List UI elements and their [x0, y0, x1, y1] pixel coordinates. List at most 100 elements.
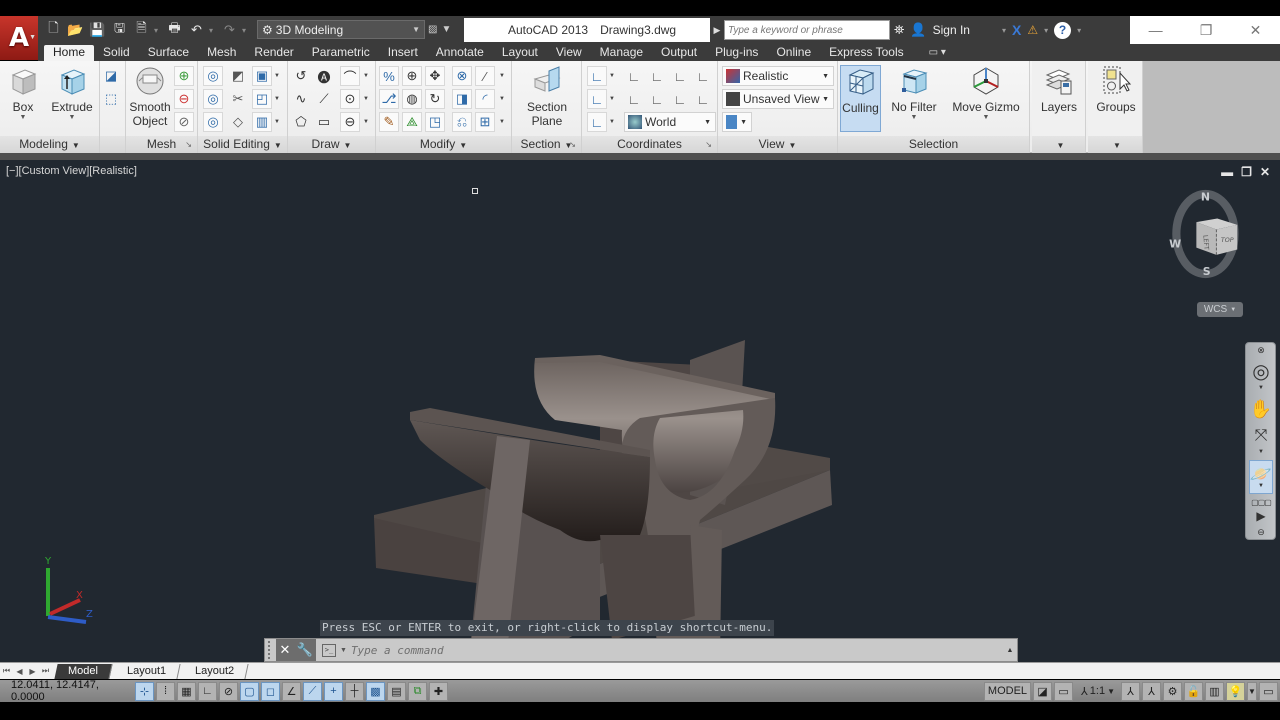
smooth-less-icon[interactable]: ⊖	[174, 89, 194, 109]
chevron-down-icon[interactable]: ▼	[498, 112, 506, 132]
next-tab-icon[interactable]: ▶	[26, 667, 39, 676]
tab-parametric[interactable]: Parametric	[303, 45, 379, 61]
annotation-visibility-icon[interactable]: ⅄	[1121, 681, 1140, 701]
chevron-down-icon[interactable]: ▼	[1249, 449, 1273, 455]
extrude-button[interactable]: Extrude ▼	[50, 65, 94, 122]
redo-icon[interactable]: ↷	[220, 21, 239, 40]
drag-handle[interactable]	[268, 641, 276, 659]
panel-title-modeling[interactable]: Modeling ▼	[0, 136, 99, 153]
groups-button[interactable]: Groups	[1096, 65, 1136, 114]
isolate-objects-icon[interactable]: 💡	[1226, 681, 1245, 701]
fillet-icon[interactable]: ◜	[475, 89, 495, 109]
ucs-z-icon[interactable]: ∟	[647, 89, 667, 109]
rotate-icon[interactable]: ↻	[425, 89, 445, 109]
view-cube-combo[interactable]: ▼	[722, 112, 752, 132]
print-icon[interactable]: 🖶	[165, 20, 184, 40]
extrude-faces-icon[interactable]: ▣	[252, 66, 272, 86]
tab-view[interactable]: View	[547, 45, 591, 61]
help-icon[interactable]: ?	[1054, 21, 1072, 39]
save-icon[interactable]: 💾	[88, 21, 107, 40]
compass-south[interactable]: S	[1203, 265, 1211, 278]
polar-tracking-icon[interactable]: ⊘	[219, 681, 238, 701]
chevron-down-icon[interactable]: ▼	[608, 66, 616, 86]
pan-hand-icon[interactable]: ✋	[1249, 396, 1273, 422]
ucs-view-icon[interactable]: ∟	[647, 66, 667, 86]
tab-online[interactable]: Online	[767, 45, 820, 61]
workspace-switching-icon[interactable]: ⚙	[1163, 681, 1182, 701]
move-gizmo-button[interactable]: Move Gizmo ▼	[948, 65, 1024, 122]
first-tab-icon[interactable]: ⏮	[0, 666, 13, 676]
offset-icon[interactable]: ⊗	[452, 66, 472, 86]
sign-in-button[interactable]: Sign In	[933, 23, 970, 37]
named-view-combo[interactable]: Unsaved View ▼	[722, 89, 834, 109]
layers-button[interactable]: Layers	[1040, 65, 1078, 114]
selection-cycling-icon[interactable]: ⧉	[408, 681, 427, 701]
wcs-menu[interactable]: WCS ▼	[1197, 302, 1243, 317]
panel-title-draw[interactable]: Draw ▼	[288, 136, 375, 153]
line-icon[interactable]: ⟋	[314, 89, 334, 109]
transparency-icon[interactable]: ▩	[366, 681, 385, 701]
clean-screen-icon[interactable]: ▭	[1259, 681, 1278, 701]
chevron-down-icon[interactable]: ▼	[362, 89, 370, 109]
visual-style-combo[interactable]: Realistic ▼	[722, 66, 834, 86]
annotation-scale[interactable]: ⅄ 1:1 ▼	[1081, 685, 1115, 698]
ucs-named-icon[interactable]: ∟	[624, 66, 644, 86]
chevron-down-icon[interactable]: ▼	[362, 66, 370, 86]
ucs-3point-icon[interactable]: ∟	[693, 89, 713, 109]
chevron-down-icon[interactable]: ▾	[154, 26, 162, 35]
tab-output[interactable]: Output	[652, 45, 706, 61]
status-bar-menu-icon[interactable]: ▼	[1247, 681, 1257, 701]
compass-west[interactable]: W	[1169, 238, 1181, 251]
ucs-face-icon[interactable]: ∟	[587, 112, 607, 132]
array-icon[interactable]: ⊞	[475, 112, 495, 132]
chevron-down-icon[interactable]: ▼	[1249, 483, 1273, 489]
panel-title-layers[interactable]: ▼	[1032, 136, 1085, 153]
slice-icon[interactable]: ✂	[228, 89, 248, 109]
box-button[interactable]: Box ▼	[6, 65, 40, 122]
tab-express-tools[interactable]: Express Tools	[820, 45, 912, 61]
wrench-icon[interactable]: 🔧	[294, 639, 316, 661]
ucs-previous-icon[interactable]: ∟	[624, 89, 644, 109]
tab-insert[interactable]: Insert	[379, 45, 427, 61]
move-icon[interactable]: ✥	[425, 66, 445, 86]
circle-icon[interactable]: ⊙	[340, 89, 360, 109]
ucs-combo[interactable]: World ▼	[624, 112, 716, 132]
rectangle-icon[interactable]: ▭	[314, 112, 334, 132]
ucs-x-icon[interactable]: ∟	[587, 89, 607, 109]
no-filter-button[interactable]: No Filter ▼	[888, 65, 940, 122]
expand-arrow-icon[interactable]: ▶	[710, 25, 724, 36]
hardware-acceleration-icon[interactable]: ▥	[1205, 681, 1224, 701]
workspace-extra[interactable]: ▨ ▼	[428, 20, 460, 39]
solid-fillet-icon[interactable]: %	[379, 66, 399, 86]
object-snap-icon[interactable]: ▢	[240, 681, 259, 701]
trim-icon[interactable]: ⁄	[475, 66, 495, 86]
drawing-viewport[interactable]: [−][Custom View][Realistic] ▬ ❐ ✕ N W S …	[0, 160, 1280, 662]
coordinates-readout[interactable]: 12.0411, 12.4147, 0.0000	[0, 679, 135, 703]
new-icon[interactable]: 🗋	[44, 20, 63, 40]
chevron-down-icon[interactable]: ▼	[273, 66, 281, 86]
plot-preview-icon[interactable]: 🗎	[132, 20, 151, 40]
command-prompt-icon[interactable]: >_	[322, 643, 336, 657]
chevron-up-icon[interactable]: ▲	[1003, 647, 1017, 654]
minimize-icon[interactable]: —	[1149, 22, 1163, 38]
viewcube[interactable]: N W S LEFT TOP	[1160, 184, 1260, 284]
quick-view-drawings-icon[interactable]: ▭	[1054, 681, 1074, 701]
zoom-extents-icon[interactable]: ⤧	[1249, 423, 1273, 449]
showmotion-play-icon[interactable]: ▶	[1249, 508, 1273, 523]
tab-manage[interactable]: Manage	[591, 45, 652, 61]
infer-constraints-icon[interactable]: ⊹	[135, 681, 154, 701]
panel-title-groups[interactable]: ▼	[1088, 136, 1142, 153]
close-icon[interactable]: ✕	[276, 639, 294, 661]
tab-home[interactable]: Home	[44, 45, 95, 61]
ucs-icon[interactable]: ∟	[587, 66, 607, 86]
scale-icon[interactable]: ◳	[425, 112, 445, 132]
smooth-more-icon[interactable]: ⊕	[174, 66, 194, 86]
culling-button[interactable]: Culling	[840, 65, 881, 132]
ortho-icon[interactable]: ∟	[198, 681, 217, 701]
chevron-down-icon[interactable]: ▼	[1249, 385, 1273, 391]
quick-properties-icon[interactable]: ▤	[387, 681, 406, 701]
imprint-icon[interactable]: ◰	[252, 89, 272, 109]
smooth-object-button[interactable]: Smooth Object	[128, 65, 172, 128]
ucs-object-icon[interactable]: ∟	[670, 66, 690, 86]
object-snap-tracking-icon[interactable]: ∠	[282, 681, 301, 701]
